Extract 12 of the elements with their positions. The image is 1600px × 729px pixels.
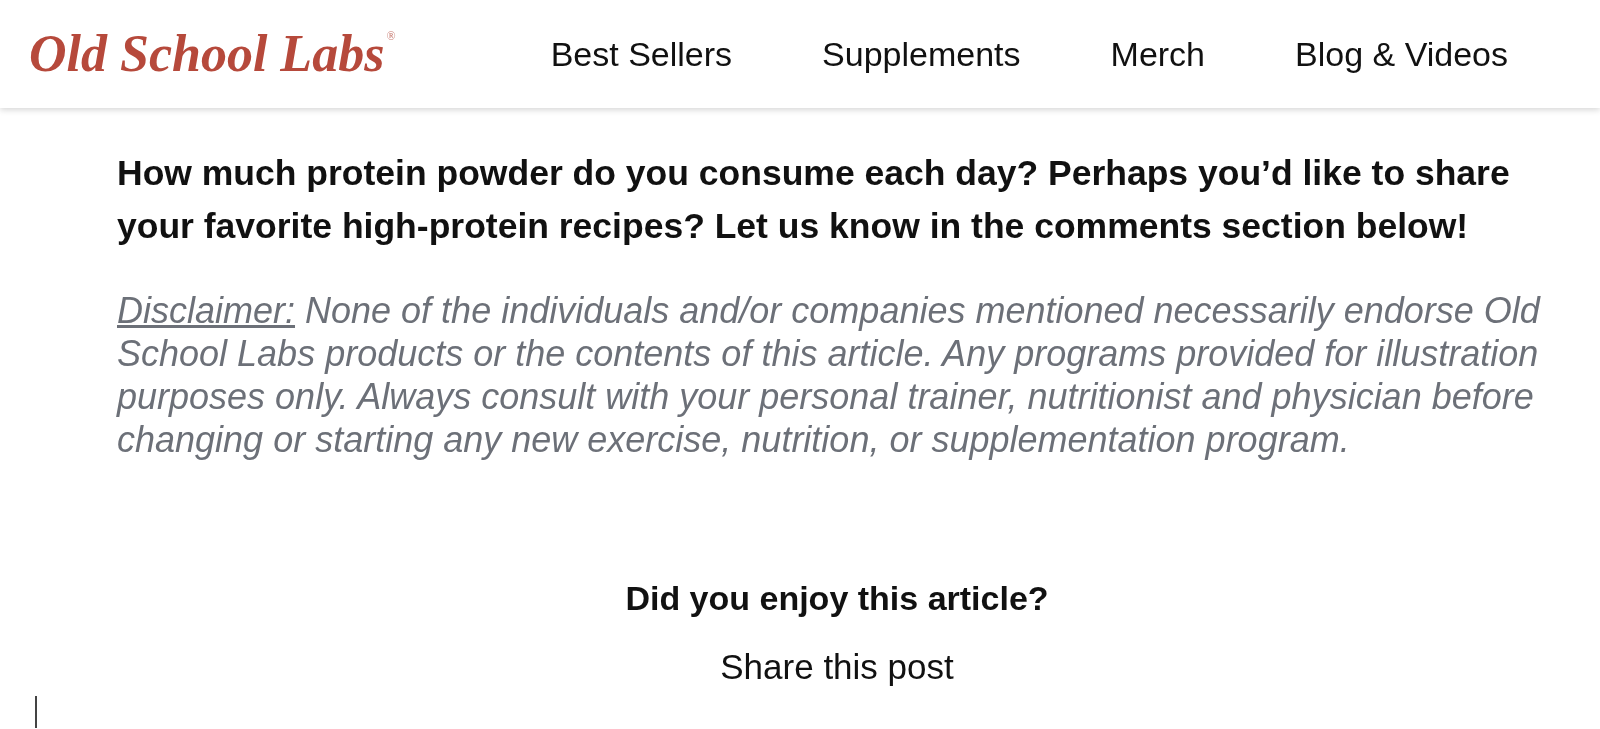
nav-link[interactable]: Merch [1110, 34, 1206, 74]
logo-link[interactable]: Old School Labs$^{®}$ [29, 28, 396, 80]
nav-link[interactable]: Supplements [822, 34, 1021, 74]
registered-mark: ® [386, 30, 396, 42]
disclaimer-link[interactable]: Disclaimer: [117, 290, 295, 331]
share-label: Share this post [720, 647, 954, 687]
disclaimer-text: Disclaimer: None of the individuals and/or companies mentioned necessarily endorse Old School Labs products or the contents of this article. Any programs provided for illustration purposes only. Always consult with your personal trainer, nutritionist and physician before changing or starting any new exercise, nutrition, or supplementation program. [117, 289, 1542, 461]
nav-link[interactable]: Best Sellers [550, 34, 733, 74]
call-to-action-text: How much protein powder do you consume each day? Perhaps you’d like to share your favorite high-protein recipes? Let us know in the comments section below! [117, 152, 1511, 248]
nav-link[interactable]: Blog & Videos [1295, 34, 1508, 74]
vertical-line-icon [35, 696, 37, 728]
feedback-question: Did you enjoy this article? [625, 578, 1049, 618]
